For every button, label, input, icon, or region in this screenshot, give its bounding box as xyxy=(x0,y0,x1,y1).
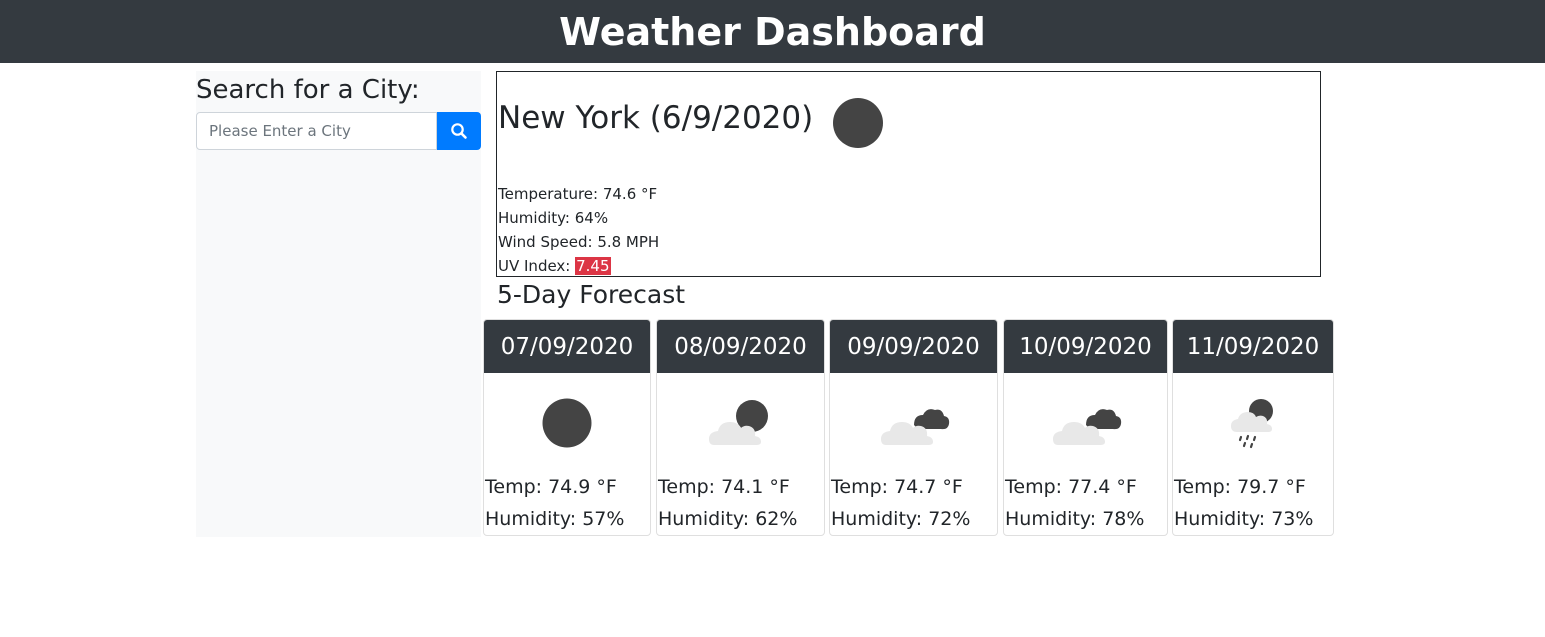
forecast-card: 11/09/2020 Temp: 79.7 °F Humidity: 73% xyxy=(1172,319,1334,536)
uv-label: UV Index: xyxy=(498,257,576,275)
forecast-card: 09/09/2020 Temp: 74.7 °F Humidity: 72% xyxy=(829,319,998,536)
forecast-temp: Temp: 77.4 °F xyxy=(1005,476,1137,498)
search-button[interactable] xyxy=(437,112,481,150)
temperature-label: Temperature: xyxy=(498,185,603,203)
forecast-humidity: Humidity: 73% xyxy=(1174,508,1314,530)
forecast-temp: Temp: 74.9 °F xyxy=(485,476,617,498)
humidity-row: Humidity: 64% xyxy=(498,206,659,230)
forecast-card: 10/09/2020 Temp: 77.4 °F Humidity: 78% xyxy=(1003,319,1168,536)
city-search-input[interactable] xyxy=(196,112,437,150)
clear-sun-icon xyxy=(833,98,883,148)
current-weather-panel: New York (6/9/2020) Temperature: 74.6 °F… xyxy=(496,71,1321,277)
uv-row: UV Index: 7.45 xyxy=(498,254,659,278)
forecast-temp: Temp: 74.7 °F xyxy=(831,476,963,498)
humidity-label: Humidity: xyxy=(498,209,575,227)
partly-cloudy-icon xyxy=(657,395,824,455)
broken-clouds-icon xyxy=(830,395,997,455)
clear-sun-icon xyxy=(484,395,650,455)
app-header: Weather Dashboard xyxy=(0,0,1545,63)
humidity-value: 64% xyxy=(574,209,609,227)
temperature-row: Temperature: 74.6 °F xyxy=(498,182,659,206)
broken-clouds-icon xyxy=(1004,395,1167,455)
forecast-date: 07/09/2020 xyxy=(484,320,650,373)
forecast-date: 11/09/2020 xyxy=(1173,320,1333,373)
page-title: Weather Dashboard xyxy=(559,10,986,54)
search-group xyxy=(196,112,481,150)
forecast-humidity: Humidity: 78% xyxy=(1005,508,1145,530)
current-stats: Temperature: 74.6 °F Humidity: 64% Wind … xyxy=(498,182,659,278)
current-city-title: New York (6/9/2020) xyxy=(498,100,814,136)
forecast-date: 10/09/2020 xyxy=(1004,320,1167,373)
forecast-details: Temp: 74.9 °F Humidity: 57% xyxy=(485,471,624,535)
forecast-humidity: Humidity: 72% xyxy=(831,508,971,530)
forecast-details: Temp: 79.7 °F Humidity: 73% xyxy=(1174,471,1313,535)
forecast-humidity: Humidity: 62% xyxy=(658,508,798,530)
forecast-temp: Temp: 74.1 °F xyxy=(658,476,790,498)
search-sidebar: Search for a City: xyxy=(196,71,481,537)
forecast-title: 5-Day Forecast xyxy=(497,280,686,309)
forecast-date: 08/09/2020 xyxy=(657,320,824,373)
forecast-card: 08/09/2020 Temp: 74.1 °F Humidity: 62% xyxy=(656,319,825,536)
forecast-humidity: Humidity: 57% xyxy=(485,508,625,530)
forecast-details: Temp: 77.4 °F Humidity: 78% xyxy=(1005,471,1144,535)
search-heading: Search for a City: xyxy=(196,75,420,105)
forecast-details: Temp: 74.7 °F Humidity: 72% xyxy=(831,471,970,535)
search-icon xyxy=(437,122,481,140)
uv-index-badge: 7.45 xyxy=(575,257,611,275)
temperature-value: 74.6 °F xyxy=(602,185,658,203)
forecast-date: 09/09/2020 xyxy=(830,320,997,373)
wind-label: Wind Speed: xyxy=(498,233,598,251)
wind-value: 5.8 MPH xyxy=(597,233,660,251)
forecast-card: 07/09/2020 Temp: 74.9 °F Humidity: 57% xyxy=(483,319,651,536)
wind-row: Wind Speed: 5.8 MPH xyxy=(498,230,659,254)
forecast-details: Temp: 74.1 °F Humidity: 62% xyxy=(658,471,797,535)
rain-icon xyxy=(1173,395,1333,455)
forecast-temp: Temp: 79.7 °F xyxy=(1174,476,1306,498)
